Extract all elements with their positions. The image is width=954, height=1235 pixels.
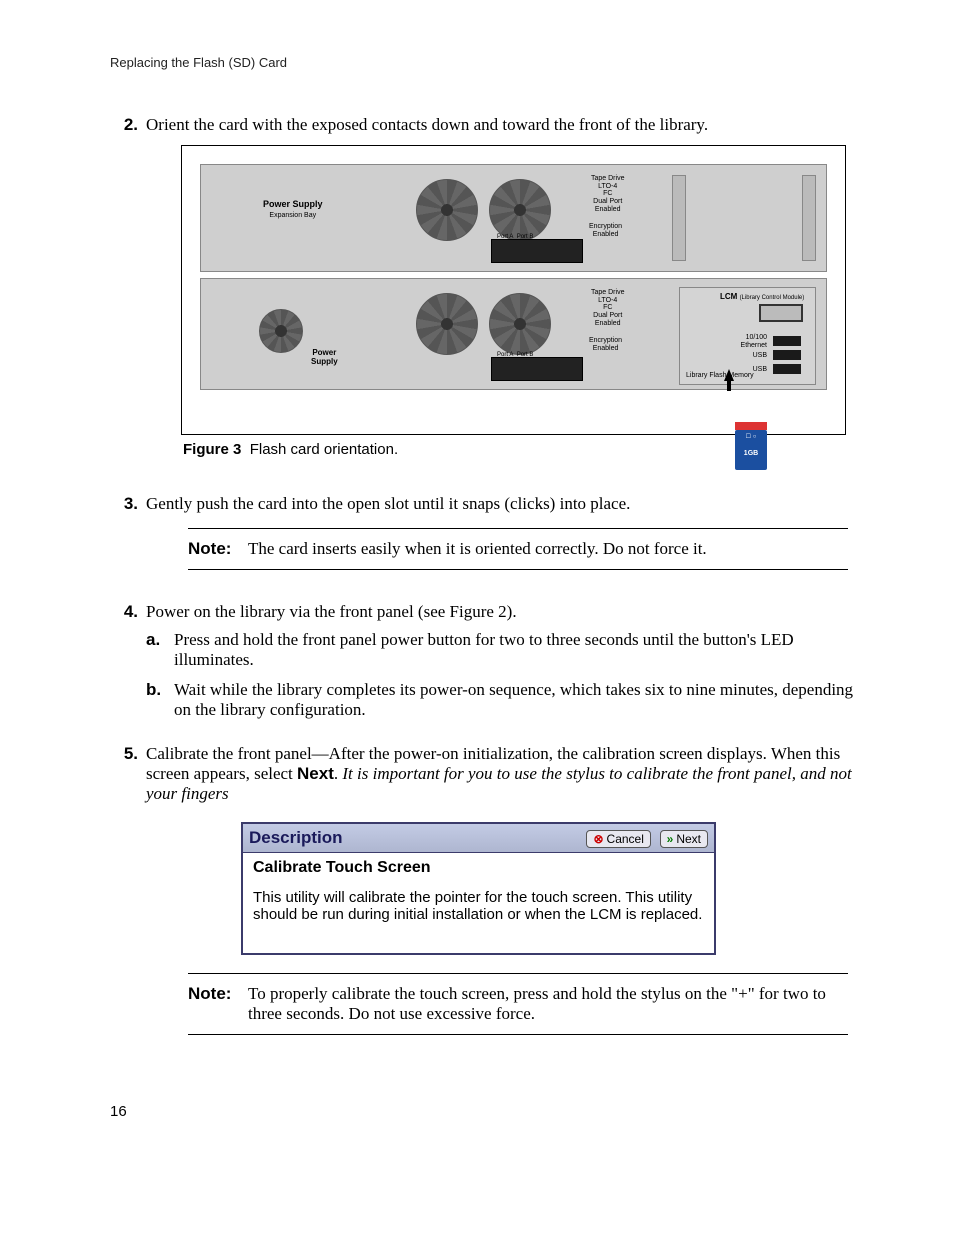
lcm-sublabel: (Library Control Module) — [740, 295, 805, 301]
note-label: Note: — [188, 539, 248, 559]
running-header: Replacing the Flash (SD) Card — [110, 55, 869, 70]
next-inline: Next — [297, 764, 334, 783]
panel-subtitle: Calibrate Touch Screen — [253, 859, 704, 877]
tape-drive-label: Tape Drive LTO-4 FC Dual Port Enabled — [591, 175, 624, 213]
port-a-label: Port A — [497, 234, 513, 240]
next-button[interactable]: » Next — [660, 830, 708, 848]
step-5: 5. Calibrate the front panel—After the p… — [110, 744, 869, 1053]
figure-3-image: Power Supply Expansion Bay Port A Port B… — [181, 145, 846, 435]
ethernet-label: 10/100 Ethernet — [741, 334, 767, 349]
step-number: 5. — [110, 744, 146, 1053]
encryption-label: Encryption Enabled — [589, 223, 622, 238]
substep-b: b. Wait while the library completes its … — [146, 680, 869, 720]
next-icon: » — [667, 832, 674, 846]
psu-sublabel: Expansion Bay — [269, 212, 316, 219]
note-text: The card inserts easily when it is orien… — [248, 539, 848, 559]
step-3: 3. Gently push the card into the open sl… — [110, 494, 869, 588]
substep-text: Press and hold the front panel power but… — [174, 630, 869, 670]
panel-title: Description — [249, 828, 343, 848]
psu-label: Power Supply — [263, 199, 323, 209]
step-number: 2. — [110, 115, 146, 480]
figure-number: Figure 3 — [183, 441, 241, 458]
page-number: 16 — [110, 1103, 869, 1120]
step-text: Power on the library via the front panel… — [146, 602, 517, 621]
note-label: Note: — [188, 984, 248, 1024]
port-b-label: Port B — [517, 234, 534, 240]
note-block: Note: To properly calibrate the touch sc… — [188, 973, 848, 1035]
lcm-label: LCM — [720, 292, 737, 301]
panel-body-text: This utility will calibrate the pointer … — [253, 889, 704, 923]
flash-mem-label: Library Flash Memory — [686, 372, 754, 380]
step-2: 2. Orient the card with the exposed cont… — [110, 115, 869, 480]
lcm-block: LCM (Library Control Module) 10/100 Ethe… — [679, 287, 816, 385]
step-text: Gently push the card into the open slot … — [146, 494, 630, 513]
step-number: 4. — [110, 602, 146, 730]
sd-capacity: 1GB — [735, 450, 767, 457]
usb-label: USB — [753, 352, 767, 360]
next-label: Next — [676, 832, 701, 846]
step-4: 4. Power on the library via the front pa… — [110, 602, 869, 730]
substep-text: Wait while the library completes its pow… — [174, 680, 869, 720]
figure-caption-text: Flash card orientation. — [250, 441, 398, 458]
step-number: 3. — [110, 494, 146, 588]
calibrate-screenshot: Description ⊗ Cancel » Next — [241, 822, 716, 955]
substep-letter: b. — [146, 680, 174, 720]
psu2-label: Power Supply — [311, 349, 338, 367]
note-block: Note: The card inserts easily when it is… — [188, 528, 848, 570]
step-text: Orient the card with the exposed contact… — [146, 115, 708, 134]
note-text: To properly calibrate the touch screen, … — [248, 984, 848, 1024]
cancel-button[interactable]: ⊗ Cancel — [586, 830, 650, 848]
cancel-icon: ⊗ — [593, 832, 603, 846]
sd-card-icon: ☐ ○ 1GB — [735, 430, 767, 470]
cancel-label: Cancel — [607, 832, 644, 846]
substep-letter: a. — [146, 630, 174, 670]
substep-a: a. Press and hold the front panel power … — [146, 630, 869, 670]
